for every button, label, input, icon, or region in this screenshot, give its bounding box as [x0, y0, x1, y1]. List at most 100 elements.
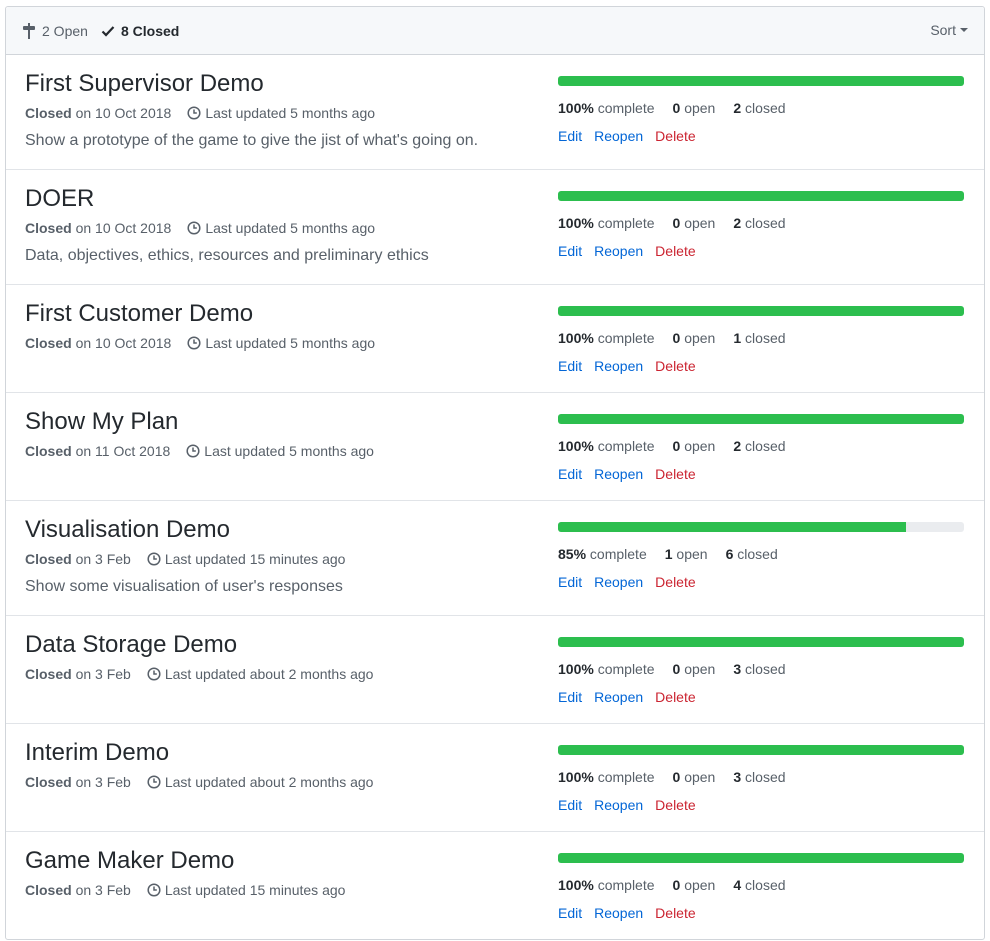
reopen-link[interactable]: Reopen: [594, 796, 643, 814]
progress-bar: [558, 637, 964, 647]
closed-milestones-link[interactable]: 8 Closed: [101, 22, 179, 40]
milestone-stats: 100% complete 0 open 4 closed: [558, 876, 804, 894]
reopen-link[interactable]: Reopen: [594, 573, 643, 591]
milestone-stats: 100% complete 0 open 1 closed: [558, 329, 804, 347]
reopen-link[interactable]: Reopen: [594, 127, 643, 145]
milestone-row: Show My Plan Closed on 11 Oct 2018 Last …: [6, 393, 984, 501]
reopen-link[interactable]: Reopen: [594, 357, 643, 375]
closed-status-label: Closed: [25, 335, 72, 351]
reopen-link[interactable]: Reopen: [594, 242, 643, 260]
open-value: 0: [672, 661, 681, 677]
edit-link[interactable]: Edit: [558, 127, 582, 145]
milestone-meta: Closed on 10 Oct 2018 Last updated 5 mon…: [25, 334, 375, 352]
closed-status-label: Closed: [25, 882, 72, 898]
milestone-row: First Supervisor Demo Closed on 10 Oct 2…: [6, 55, 984, 170]
milestone-row: Visualisation Demo Closed on 3 Feb Last …: [6, 501, 984, 616]
percent-complete: 100% complete: [558, 214, 655, 232]
milestone-title[interactable]: Interim Demo: [25, 738, 169, 768]
milestone-list: First Supervisor Demo Closed on 10 Oct 2…: [6, 55, 984, 939]
milestone-meta: Closed on 3 Feb Last updated about 2 mon…: [25, 773, 373, 791]
open-value: 0: [672, 438, 681, 454]
open-issues-count: 0 open: [673, 876, 716, 894]
delete-link[interactable]: Delete: [655, 242, 695, 260]
milestone-actions: Edit Reopen Delete: [558, 904, 708, 922]
milestone-row: First Customer Demo Closed on 10 Oct 201…: [6, 285, 984, 393]
delete-link[interactable]: Delete: [655, 465, 695, 483]
milestone-row: Data Storage Demo Closed on 3 Feb Last u…: [6, 616, 984, 724]
milestone-title[interactable]: DOER: [25, 184, 94, 214]
milestone-icon: [23, 23, 35, 39]
milestone-title[interactable]: Game Maker Demo: [25, 846, 234, 876]
milestone-title[interactable]: Data Storage Demo: [25, 630, 237, 660]
closed-value: 2: [733, 100, 742, 116]
closed-value: 6: [725, 546, 734, 562]
percent-complete: 100% complete: [558, 660, 655, 678]
delete-link[interactable]: Delete: [655, 127, 695, 145]
closed-count-label: 8 Closed: [121, 23, 180, 39]
closed-label: closed: [745, 877, 786, 893]
open-count-label: 2 Open: [42, 23, 88, 39]
last-updated: Last updated 5 months ago: [187, 219, 375, 237]
progress-fill: [558, 191, 964, 201]
milestone-title[interactable]: Visualisation Demo: [25, 515, 230, 545]
progress-fill: [558, 306, 964, 316]
progress-fill: [558, 853, 964, 863]
closed-date: on 3 Feb: [75, 882, 131, 898]
closed-issues-count: 4 closed: [733, 876, 785, 894]
closed-status-label: Closed: [25, 551, 72, 567]
open-milestones-link[interactable]: 2 Open: [22, 22, 88, 40]
progress-bar: [558, 76, 964, 86]
milestone-stats: 100% complete 0 open 2 closed: [558, 437, 804, 455]
delete-link[interactable]: Delete: [655, 688, 695, 706]
closed-status-label: Closed: [25, 220, 72, 236]
reopen-link[interactable]: Reopen: [594, 688, 643, 706]
closed-label: closed: [745, 100, 786, 116]
milestone-actions: Edit Reopen Delete: [558, 242, 708, 260]
percent-value: 85%: [558, 546, 587, 562]
edit-link[interactable]: Edit: [558, 242, 582, 260]
delete-link[interactable]: Delete: [655, 904, 695, 922]
milestone-stats: 100% complete 0 open 2 closed: [558, 99, 804, 117]
edit-link[interactable]: Edit: [558, 357, 582, 375]
percent-value: 100%: [558, 661, 594, 677]
open-label: open: [684, 330, 716, 346]
open-issues-count: 0 open: [673, 329, 716, 347]
progress-bar: [558, 853, 964, 863]
closed-status-label: Closed: [25, 666, 72, 682]
milestone-stats: 100% complete 0 open 2 closed: [558, 214, 804, 232]
sort-dropdown[interactable]: Sort: [930, 22, 968, 38]
progress-bar: [558, 522, 964, 532]
milestone-meta: Closed on 3 Feb Last updated about 2 mon…: [25, 665, 373, 683]
open-label: open: [684, 215, 716, 231]
closed-date: on 10 Oct 2018: [75, 105, 172, 121]
edit-link[interactable]: Edit: [558, 573, 582, 591]
edit-link[interactable]: Edit: [558, 904, 582, 922]
milestone-actions: Edit Reopen Delete: [558, 357, 708, 375]
edit-link[interactable]: Edit: [558, 688, 582, 706]
progress-bar: [558, 191, 964, 201]
milestone-actions: Edit Reopen Delete: [558, 688, 708, 706]
edit-link[interactable]: Edit: [558, 465, 582, 483]
open-value: 0: [672, 215, 681, 231]
delete-link[interactable]: Delete: [655, 357, 695, 375]
closed-value: 2: [733, 438, 742, 454]
open-value: 1: [664, 546, 673, 562]
closed-label: closed: [737, 546, 778, 562]
edit-link[interactable]: Edit: [558, 796, 582, 814]
milestone-description: Show a prototype of the game to give the…: [25, 132, 479, 149]
milestone-actions: Edit Reopen Delete: [558, 465, 708, 483]
delete-link[interactable]: Delete: [655, 573, 695, 591]
clock-icon: [147, 883, 161, 897]
milestone-title[interactable]: Show My Plan: [25, 407, 178, 437]
reopen-link[interactable]: Reopen: [594, 904, 643, 922]
progress-fill: [558, 76, 964, 86]
closed-status-label: Closed: [25, 443, 72, 459]
progress-fill: [558, 637, 964, 647]
delete-link[interactable]: Delete: [655, 796, 695, 814]
progress-bar: [558, 745, 964, 755]
milestone-title[interactable]: First Supervisor Demo: [25, 69, 264, 99]
open-label: open: [676, 546, 708, 562]
milestone-title[interactable]: First Customer Demo: [25, 299, 253, 329]
clock-icon: [187, 336, 201, 350]
reopen-link[interactable]: Reopen: [594, 465, 643, 483]
